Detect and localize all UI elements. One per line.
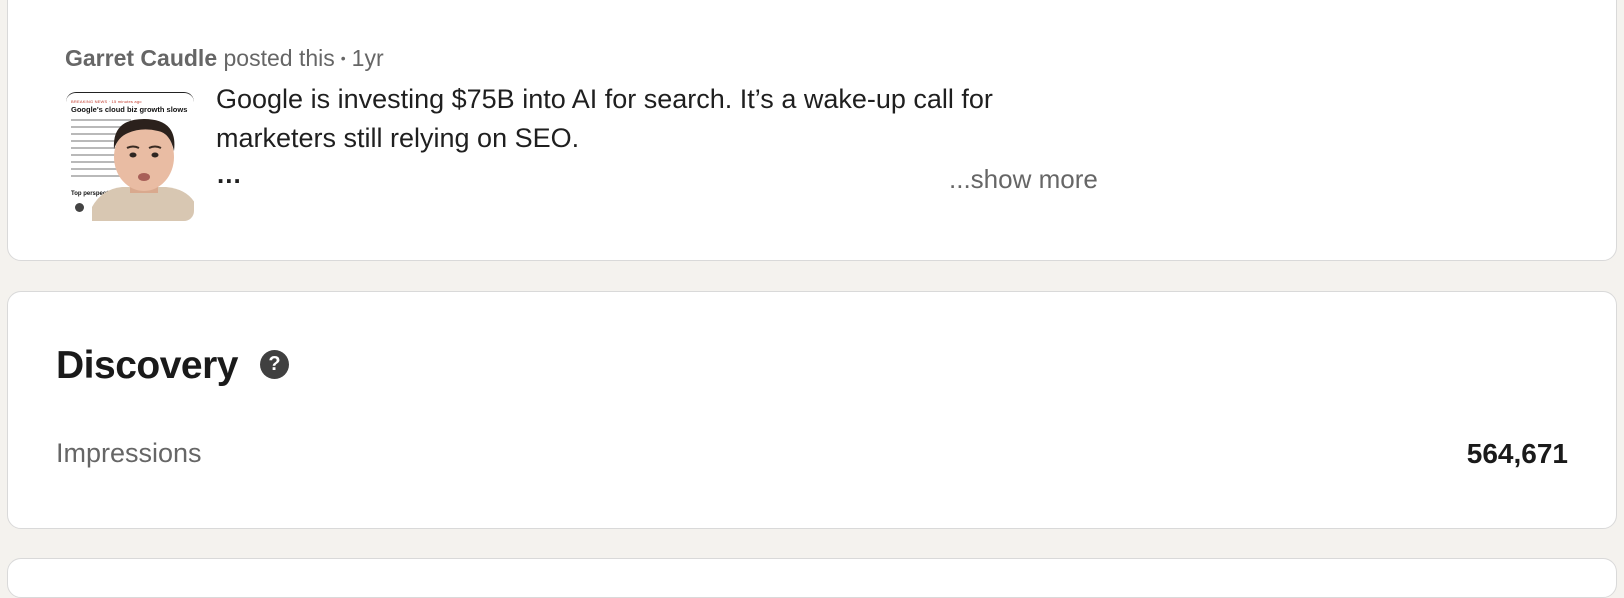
thumbnail-avatar: [75, 203, 84, 212]
post-thumbnail[interactable]: BREAKING NEWS · 15 minutes ago Google's …: [66, 92, 194, 221]
thumbnail-article-tag: BREAKING NEWS · 15 minutes ago: [71, 99, 142, 104]
next-section-card: [7, 558, 1617, 598]
post-age: 1yr: [351, 45, 384, 71]
post-text-ellipsis: ...: [217, 159, 242, 189]
discovery-card: Discovery ? Impressions 564,671: [7, 291, 1617, 529]
discovery-title: Discovery: [56, 344, 238, 387]
post-author[interactable]: Garret Caudle: [65, 45, 217, 71]
impressions-label: Impressions: [56, 438, 202, 468]
post-text: Google is investing $75B into AI for sea…: [216, 84, 993, 153]
post-meta: Garret Caudle posted this • 1yr: [65, 45, 384, 72]
post-preview-card: Garret Caudle posted this • 1yr BREAKING N…: [7, 0, 1617, 261]
show-more-link[interactable]: ...show more: [949, 164, 1098, 195]
impressions-value: 564,671: [1466, 438, 1568, 469]
question-circle-icon[interactable]: ?: [260, 350, 289, 379]
meta-separator: •: [340, 50, 346, 66]
post-action: posted this: [223, 45, 335, 71]
presenter-portrait: [92, 119, 194, 221]
